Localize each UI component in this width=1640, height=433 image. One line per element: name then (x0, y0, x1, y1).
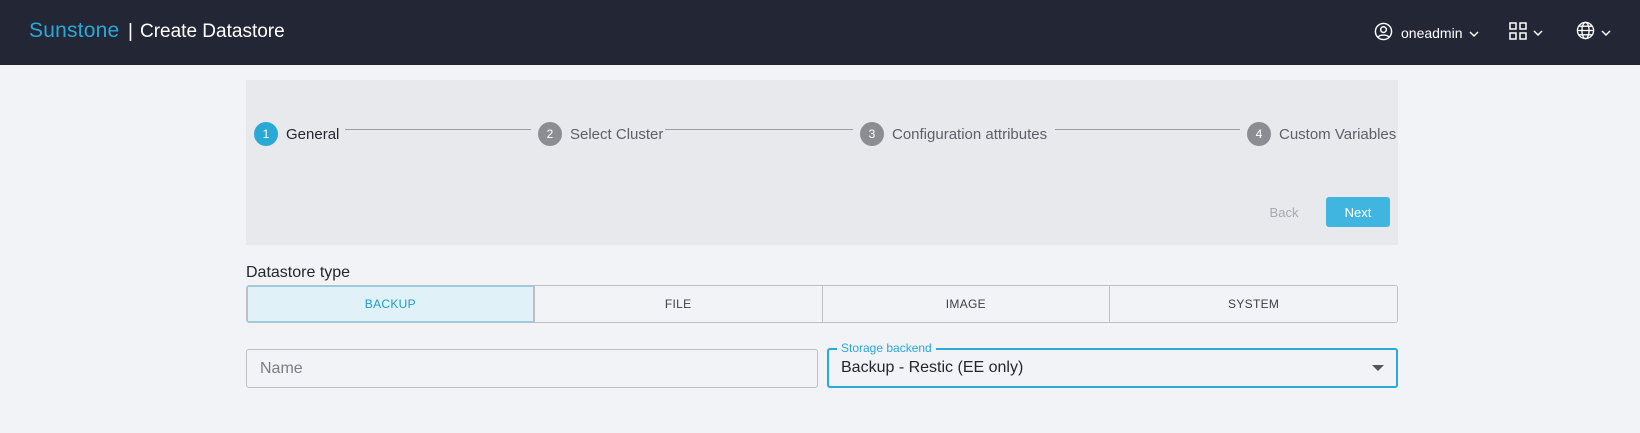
dropdown-caret-icon (1372, 365, 1384, 371)
name-input[interactable] (247, 350, 817, 387)
stepper-panel: 1 General 2 Select Cluster 3 Configurati… (246, 80, 1398, 245)
datastore-type-file[interactable]: FILE (534, 286, 823, 322)
datastore-type-system[interactable]: SYSTEM (1110, 286, 1397, 322)
apps-grid-icon (1509, 21, 1527, 45)
next-button[interactable]: Next (1326, 197, 1390, 227)
apps-menu-button[interactable] (1509, 20, 1543, 46)
brand-logo[interactable]: Sunstone (29, 19, 119, 43)
datastore-type-backup[interactable]: BACKUP (247, 286, 535, 322)
storage-backend-value: Backup - Restic (EE only) (841, 359, 1024, 376)
step-custom-variables[interactable]: 4 Custom Variables (1247, 121, 1396, 147)
username-label: oneadmin (1401, 25, 1463, 41)
datastore-type-label: Datastore type (246, 264, 351, 281)
back-button[interactable]: Back (1254, 197, 1314, 227)
step-select-cluster[interactable]: 2 Select Cluster (538, 121, 663, 147)
chevron-down-icon (1533, 24, 1543, 42)
step-connector (665, 129, 853, 130)
chevron-down-icon (1468, 25, 1479, 41)
step-number: 1 (254, 122, 278, 146)
storage-backend-select[interactable]: Storage backend Backup - Restic (EE only… (827, 341, 1398, 388)
step-number: 2 (538, 122, 562, 146)
step-connector (345, 129, 531, 130)
datastore-type-toggle-group: BACKUP FILE IMAGE SYSTEM (246, 285, 1398, 323)
step-number: 3 (860, 122, 884, 146)
step-general[interactable]: 1 General (254, 121, 339, 147)
name-field (246, 349, 818, 388)
step-label: Configuration attributes (892, 125, 1048, 143)
storage-backend-label: Storage backend (837, 341, 936, 355)
language-menu-button[interactable] (1576, 20, 1611, 46)
page-title: Create Datastore (140, 21, 285, 42)
step-connector (1055, 129, 1240, 130)
step-label: Custom Variables (1279, 125, 1397, 143)
step-number: 4 (1247, 122, 1271, 146)
user-menu-button[interactable]: oneadmin (1374, 20, 1479, 46)
step-label: Select Cluster (570, 125, 664, 143)
globe-icon (1576, 21, 1595, 45)
top-bar: Sunstone | Create Datastore oneadmin (0, 0, 1640, 65)
datastore-type-image[interactable]: IMAGE (822, 286, 1111, 322)
step-configuration-attributes[interactable]: 3 Configuration attributes (860, 121, 1047, 147)
chevron-down-icon (1601, 24, 1611, 42)
step-label: General (286, 125, 340, 143)
title-separator: | (128, 21, 133, 42)
user-circle-icon (1374, 22, 1393, 44)
